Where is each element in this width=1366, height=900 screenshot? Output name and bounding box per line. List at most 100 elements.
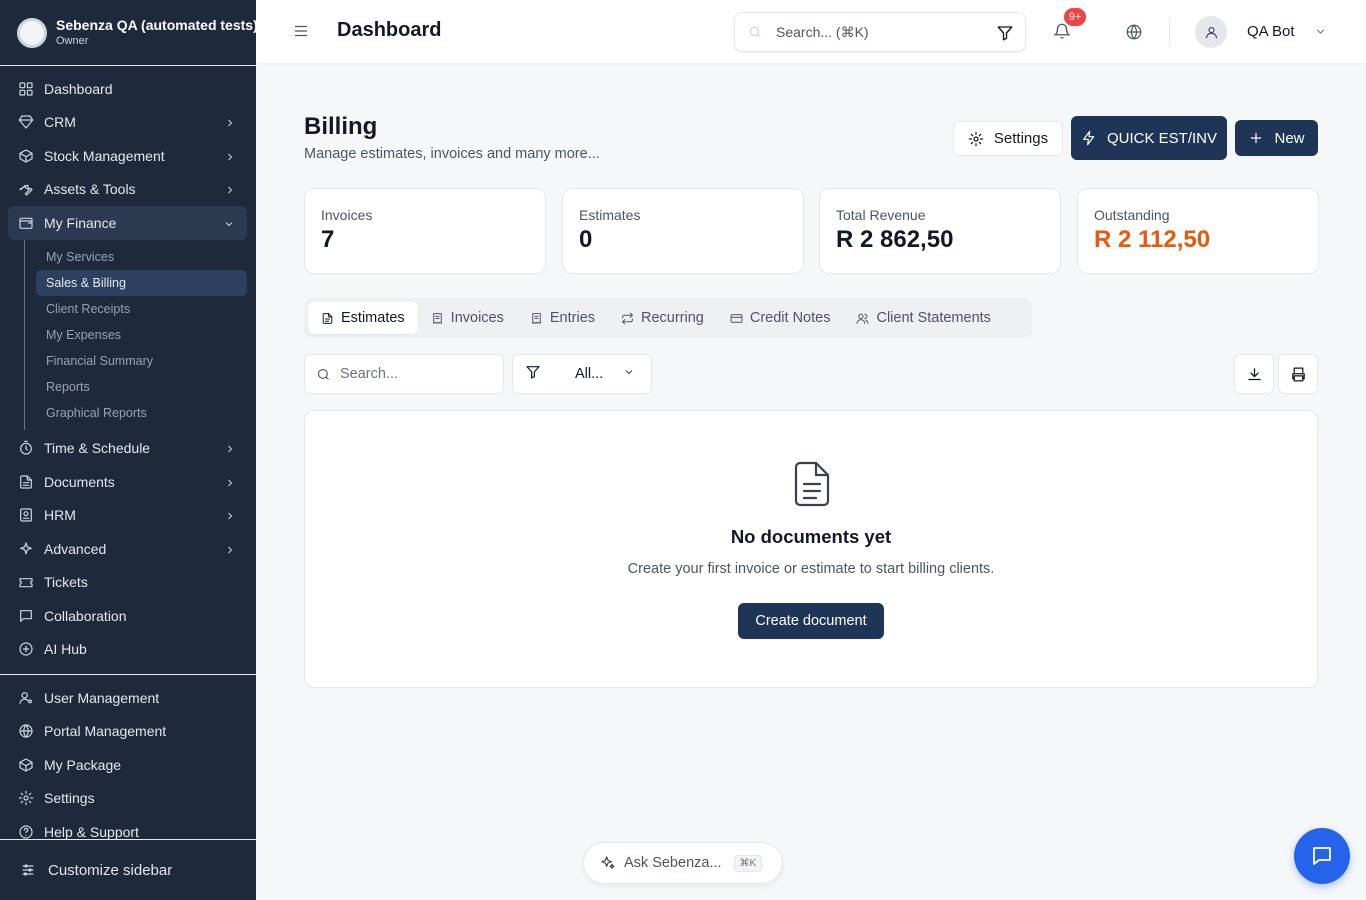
sidebar-item-label: Advanced (44, 540, 107, 557)
stat-card-estimates: Estimates 0 (562, 188, 804, 274)
stat-card-outstanding: Outstanding R 2 112,50 (1077, 188, 1319, 274)
tab-client-statements[interactable]: Client Statements (843, 302, 1003, 334)
print-button[interactable] (1278, 354, 1318, 394)
stat-card-total-revenue: Total Revenue R 2 862,50 (819, 188, 1061, 274)
document-icon (792, 460, 832, 508)
sidebar-item-dashboard[interactable]: Dashboard (0, 72, 248, 106)
sidebar-subitem-graphical-reports[interactable]: Graphical Reports (36, 400, 247, 426)
filter-value: All... (575, 366, 604, 382)
repeat-icon (622, 312, 633, 324)
status-filter-select[interactable]: All... (512, 354, 652, 394)
sidebar-item-label: Portal Management (44, 723, 167, 740)
quick-est-inv-button[interactable]: QUICK EST/INV (1071, 116, 1227, 160)
dashboard-icon (18, 81, 34, 97)
tab-invoices[interactable]: Invoices (418, 302, 517, 334)
org-avatar (17, 17, 47, 48)
customize-label: Customize sidebar (48, 861, 173, 879)
ask-label: Ask Sebenza... (624, 855, 722, 871)
chevron-right-icon (224, 476, 236, 488)
sidebar-item-user-management[interactable]: User Management (0, 681, 248, 715)
box-icon (18, 148, 34, 164)
download-icon (1247, 367, 1261, 380)
sidebar-item-label: User Management (44, 689, 160, 706)
sidebar-item-assets-tools[interactable]: Assets & Tools (0, 173, 248, 207)
document-search-input[interactable] (340, 366, 490, 382)
sidebar-item-tickets[interactable]: Tickets (0, 566, 248, 600)
create-document-button[interactable]: Create document (738, 603, 884, 639)
sidebar-item-my-package[interactable]: My Package (0, 748, 248, 782)
user-icon (1205, 26, 1217, 38)
sidebar-item-settings[interactable]: Settings (0, 782, 248, 816)
sidebar-item-ai-hub[interactable]: AI Hub (0, 633, 248, 667)
ask-sebenza-button[interactable]: Ask Sebenza... ⌘K (583, 842, 783, 884)
wrench-icon (18, 181, 34, 197)
header-title: Dashboard (337, 19, 442, 41)
billing-tabs: Estimates Invoices Entries Recurring Cre… (304, 298, 1032, 338)
sidebar-item-label: Stock Management (44, 147, 165, 164)
tab-entries[interactable]: Entries (517, 302, 608, 334)
stat-value: R 2 862,50 (836, 226, 954, 253)
sidebar-item-collaboration[interactable]: Collaboration (0, 599, 248, 633)
tab-credit-notes[interactable]: Credit Notes (717, 302, 844, 334)
tab-estimates[interactable]: Estimates (308, 302, 418, 334)
sidebar-subitem-my-services[interactable]: My Services (36, 244, 247, 270)
user-avatar[interactable] (1195, 16, 1227, 48)
sidebar-item-label: AI Hub (44, 641, 87, 658)
chevron-right-icon (224, 543, 236, 555)
tab-label: Estimates (341, 310, 405, 326)
sidebar-subitem-reports[interactable]: Reports (36, 374, 247, 400)
sidebar-item-label: Assets & Tools (44, 181, 136, 198)
tab-label: Invoices (450, 310, 504, 326)
tab-label: Recurring (641, 310, 704, 326)
settings-button[interactable]: Settings (953, 121, 1063, 156)
sidebar-subitem-client-receipts[interactable]: Client Receipts (36, 296, 247, 322)
empty-state: No documents yet Create your first invoi… (304, 410, 1318, 688)
chat-icon (18, 608, 34, 624)
filter-icon[interactable] (996, 24, 1014, 42)
new-button[interactable]: New (1235, 120, 1318, 156)
globe-icon (18, 723, 34, 739)
sidebar-item-label: HRM (44, 507, 76, 524)
sidebar-item-label: Dashboard (44, 80, 113, 97)
sidebar-item-advanced[interactable]: Advanced (0, 532, 248, 566)
stat-label: Invoices (321, 207, 373, 223)
sidebar-item-label: Collaboration (44, 607, 127, 624)
sidebar-item-stock-management[interactable]: Stock Management (0, 139, 248, 173)
chevron-down-icon[interactable] (1314, 25, 1327, 38)
notification-badge: 9+ (1064, 8, 1086, 26)
sidebar-item-portal-management[interactable]: Portal Management (0, 715, 248, 749)
gear-icon (968, 131, 984, 146)
receipt-icon (432, 312, 442, 324)
sidebar-item-documents[interactable]: Documents (0, 465, 248, 499)
chevron-down-icon (223, 217, 235, 229)
customize-sidebar-button[interactable]: Customize sidebar (0, 839, 256, 900)
org-switcher[interactable]: Sebenza QA (automated tests) Owner (0, 0, 256, 66)
page-subtitle: Manage estimates, invoices and many more… (304, 146, 600, 162)
global-search[interactable] (734, 12, 1026, 52)
global-search-input[interactable] (776, 24, 976, 40)
sidebar-item-label: Documents (44, 473, 115, 490)
document-search[interactable] (304, 354, 504, 394)
user-cog-icon (18, 690, 34, 706)
sparkle-icon (18, 541, 34, 557)
sidebar-item-time-schedule[interactable]: Time & Schedule (0, 432, 248, 466)
tab-label: Entries (549, 310, 596, 326)
chat-support-button[interactable] (1294, 828, 1350, 884)
sidebar-subitem-financial-summary[interactable]: Financial Summary (36, 348, 247, 374)
user-name[interactable]: QA Bot (1247, 23, 1295, 40)
sidebar-nav: Dashboard CRM Stock Management Assets & … (0, 66, 256, 849)
tab-label: Client Statements (876, 310, 991, 326)
sidebar-item-crm[interactable]: CRM (0, 106, 248, 140)
tab-recurring[interactable]: Recurring (608, 302, 717, 334)
receipt-icon (532, 312, 541, 324)
download-button[interactable] (1234, 354, 1274, 394)
settings-button-label: Settings (993, 130, 1049, 147)
language-globe-icon[interactable] (1125, 23, 1143, 41)
sidebar-subitem-my-expenses[interactable]: My Expenses (36, 322, 247, 348)
menu-icon[interactable] (292, 22, 310, 40)
sidebar-subitem-sales-billing[interactable]: Sales & Billing (36, 269, 247, 296)
sidebar-item-hrm[interactable]: HRM (0, 499, 248, 533)
stat-value: 0 (579, 226, 593, 253)
sidebar-item-my-finance[interactable]: My Finance (8, 206, 247, 240)
ticket-icon (18, 574, 34, 590)
